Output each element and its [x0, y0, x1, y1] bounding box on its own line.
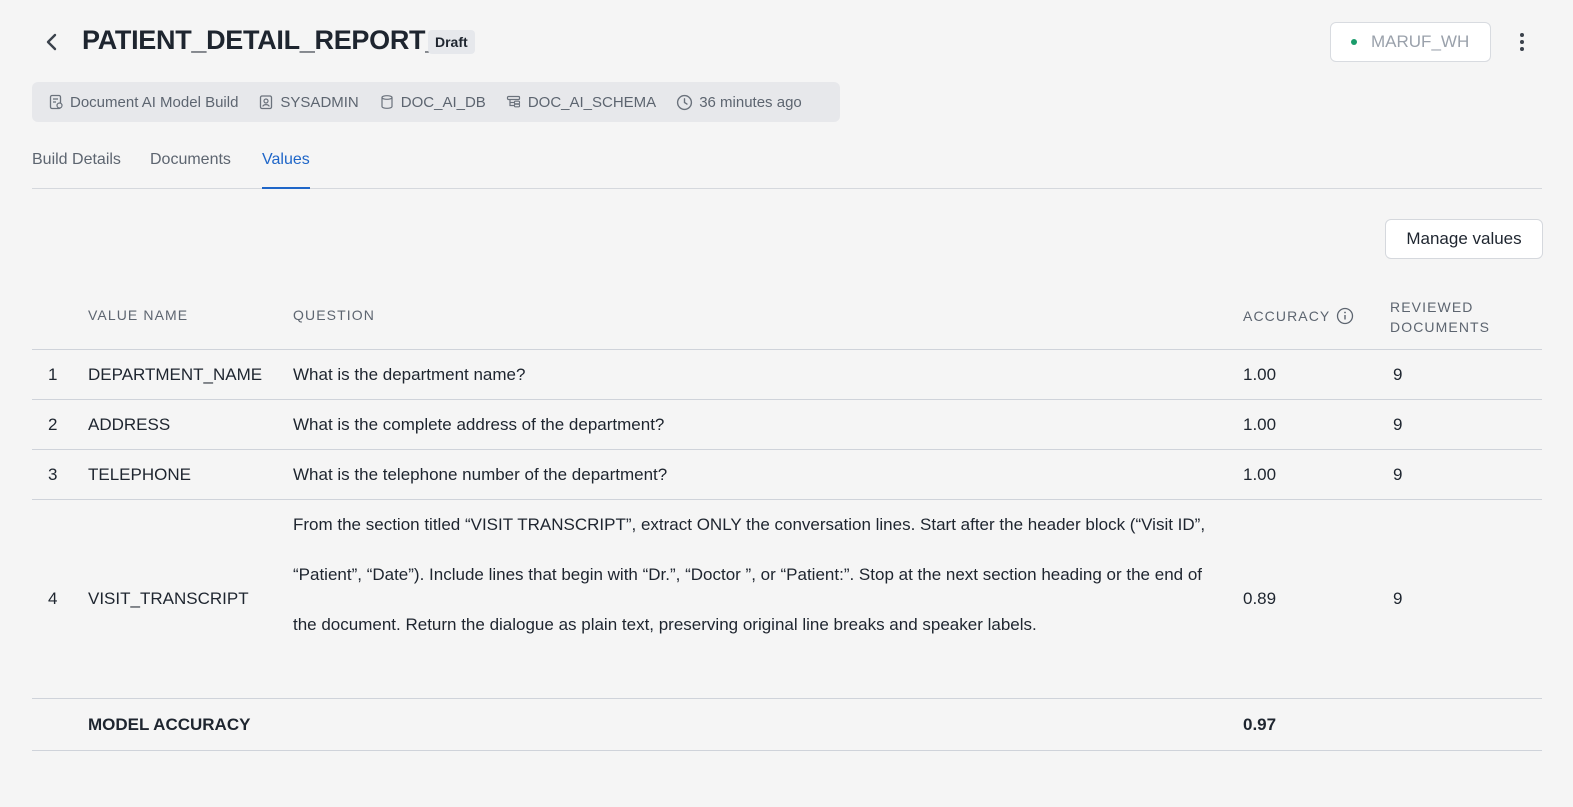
table-row[interactable]: 2 ADDRESS What is the complete address o… [32, 400, 1542, 450]
warehouse-status-dot [1351, 39, 1357, 45]
row-index: 4 [48, 589, 58, 608]
tab-documents[interactable]: Documents [150, 151, 231, 189]
warehouse-label: MARUF_WH [1371, 32, 1470, 51]
tab-build-details[interactable]: Build Details [32, 151, 121, 189]
header-reviewed-documents: REVIEWED DOCUMENTS [1390, 299, 1491, 335]
table-row[interactable]: 4 VISIT_TRANSCRIPT From the section titl… [32, 500, 1542, 699]
model-accuracy-value: 0.97 [1243, 715, 1277, 734]
table-header: VALUE NAME QUESTION ACCURACY REVIEWED DO… [32, 282, 1542, 350]
row-question: What is the telephone number of the depa… [293, 465, 668, 484]
meta-owner: SYSADMIN [258, 93, 359, 111]
row-index: 3 [48, 465, 58, 484]
header-accuracy: ACCURACY [1243, 307, 1354, 325]
metadata-bar: Document AI Model Build SYSADMIN DOC_AI_… [32, 82, 840, 122]
row-reviewed: 9 [1393, 465, 1403, 484]
clock-icon [677, 94, 693, 110]
row-accuracy: 1.00 [1243, 365, 1277, 384]
meta-database: DOC_AI_DB [379, 94, 486, 111]
tab-bar: Build Details Documents Values [32, 140, 1542, 189]
manage-values-button[interactable]: Manage values [1385, 219, 1543, 259]
schema-icon [506, 95, 520, 108]
header-question: QUESTION [293, 307, 375, 323]
table-row[interactable]: 1 DEPARTMENT_NAME What is the department… [32, 350, 1542, 400]
row-value-name: DEPARTMENT_NAME [88, 365, 263, 384]
more-options-button[interactable] [1508, 28, 1536, 56]
meta-type: Document AI Model Build [48, 94, 238, 111]
meta-schema-text: DOC_AI_SCHEMA [527, 93, 657, 111]
row-value-name: VISIT_TRANSCRIPT [88, 589, 249, 608]
more-vertical-icon [1520, 33, 1524, 37]
database-icon [381, 95, 393, 109]
chevron-left-icon [46, 33, 57, 51]
table-row[interactable]: 3 TELEPHONE What is the telephone number… [32, 450, 1542, 500]
tab-values[interactable]: Values [262, 151, 310, 189]
row-question: From the section titled “VISIT TRANSCRIP… [293, 515, 1206, 634]
row-question: What is the department name? [293, 365, 526, 384]
status-badge: Draft [428, 30, 475, 54]
header-value-name: VALUE NAME [88, 307, 189, 323]
info-icon[interactable] [1336, 307, 1354, 325]
row-value-name: TELEPHONE [88, 465, 191, 484]
row-accuracy: 1.00 [1243, 465, 1277, 484]
values-table: VALUE NAME QUESTION ACCURACY REVIEWED DO… [32, 282, 1542, 751]
meta-owner-text: SYSADMIN [280, 93, 359, 111]
row-reviewed: 9 [1393, 415, 1403, 434]
meta-updated-text: 36 minutes ago [699, 93, 802, 111]
page-header: PATIENT_DETAIL_REPORT_1 Draft MARUF_WH [0, 0, 1573, 82]
row-reviewed: 9 [1393, 365, 1403, 384]
row-reviewed: 9 [1393, 589, 1403, 608]
page-title: PATIENT_DETAIL_REPORT_1 [82, 25, 455, 55]
meta-database-text: DOC_AI_DB [400, 93, 486, 111]
row-accuracy: 1.00 [1243, 415, 1277, 434]
row-index: 2 [48, 415, 58, 434]
meta-schema: DOC_AI_SCHEMA [506, 94, 656, 111]
model-accuracy-label: MODEL ACCURACY [88, 715, 251, 734]
row-index: 1 [48, 365, 58, 384]
meta-updated: 36 minutes ago [676, 94, 802, 111]
row-accuracy: 0.89 [1243, 589, 1277, 608]
row-value-name: ADDRESS [88, 415, 171, 434]
user-badge-icon [260, 95, 273, 110]
document-model-icon [49, 94, 63, 110]
warehouse-selector[interactable]: MARUF_WH [1330, 22, 1491, 62]
meta-type-text: Document AI Model Build [70, 93, 239, 111]
row-question: What is the complete address of the depa… [293, 415, 665, 434]
model-accuracy-row: MODEL ACCURACY 0.97 [32, 699, 1542, 751]
back-button[interactable] [38, 28, 66, 56]
header-accuracy-label: ACCURACY [1243, 308, 1331, 324]
